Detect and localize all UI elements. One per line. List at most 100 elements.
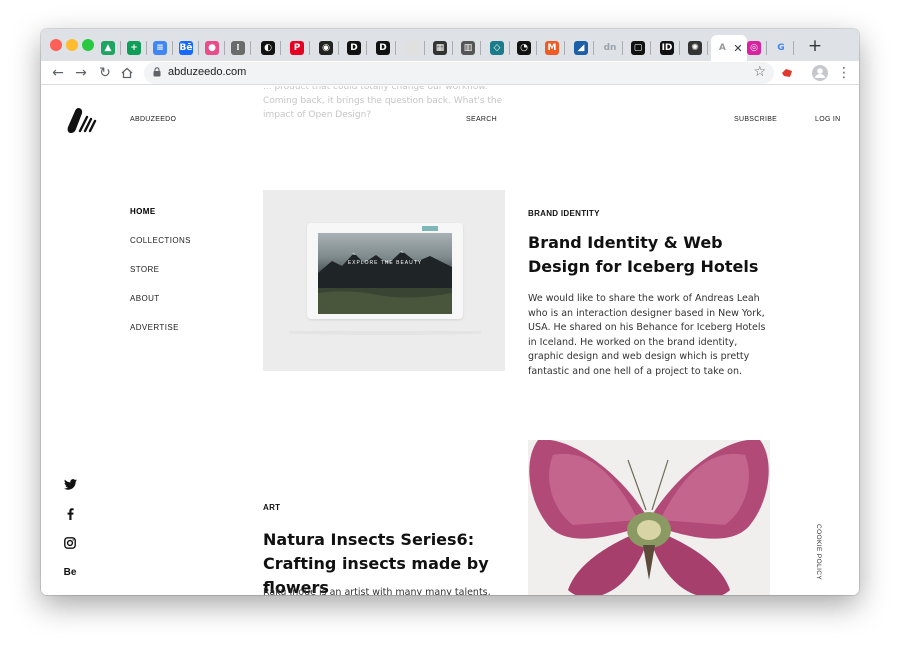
article-title[interactable]: Natura Insects Series6: Crafting insects… (263, 528, 511, 595)
address-bar[interactable]: abduzeedo.com ☆ (144, 62, 774, 84)
blue-slash-icon: ◢ (574, 41, 588, 55)
tab-separator (593, 41, 594, 55)
tab-separator (622, 41, 623, 55)
search-link[interactable]: SEARCH (466, 116, 497, 123)
article-category[interactable]: BRAND IDENTITY (528, 209, 600, 218)
google-sheets-icon: + (127, 41, 141, 55)
home-icon (121, 67, 133, 79)
browser-tab[interactable]: ▥ (455, 35, 481, 61)
browser-tab[interactable]: ⁞ (225, 35, 251, 61)
blank-tab-icon (405, 41, 419, 55)
sidebar-item-home[interactable]: HOME (130, 207, 156, 216)
subscribe-link[interactable]: SUBSCRIBE (734, 116, 777, 123)
tab-separator (707, 41, 708, 55)
tab-separator (280, 41, 281, 55)
browser-tab[interactable]: ▢ (625, 35, 651, 61)
instagram-icon[interactable] (63, 536, 77, 550)
url-text: abduzeedo.com (168, 66, 247, 78)
browser-tab[interactable]: ▦ (427, 35, 453, 61)
mockup-hero-caption: EXPLORE THE BEAUTY (347, 260, 423, 266)
grid-icon: ▦ (433, 41, 447, 55)
sidebar-item-advertise[interactable]: ADVERTISE (130, 323, 179, 332)
browser-tab[interactable] (399, 35, 425, 61)
laptop-mockup: EXPLORE THE BEAUTY (307, 223, 463, 319)
article-image-flower-butterfly[interactable] (528, 440, 770, 595)
bookmark-star-icon[interactable]: ☆ (753, 64, 766, 80)
browser-tab[interactable]: dn (597, 35, 623, 61)
pinterest-icon: P (290, 41, 304, 55)
browser-tab[interactable]: ◉ (313, 35, 339, 61)
forward-button[interactable]: → (72, 64, 90, 82)
close-window-button[interactable] (50, 39, 62, 51)
tab-separator (338, 41, 339, 55)
article-excerpt: Raku Inoue is an artist with many many t… (263, 587, 491, 595)
mockup-cta (422, 226, 438, 231)
article-image-iceberg-hotels[interactable]: EXPLORE THE BEAUTY (263, 190, 505, 371)
mockup-hero-image: EXPLORE THE BEAUTY (318, 233, 452, 314)
article-title[interactable]: Brand Identity & Web Design for Iceberg … (528, 231, 778, 279)
maximize-window-button[interactable] (82, 39, 94, 51)
profile-avatar[interactable] (811, 64, 829, 82)
instagram-icon: ◎ (747, 41, 761, 55)
browser-tab[interactable]: ID (654, 35, 680, 61)
browser-tab[interactable]: ◢ (568, 35, 594, 61)
browser-tab[interactable]: G (768, 35, 794, 61)
sidebar-item-store[interactable]: STORE (130, 265, 159, 274)
facebook-icon[interactable] (63, 507, 77, 521)
browser-tab[interactable]: ✺ (682, 35, 708, 61)
back-button[interactable]: ← (49, 64, 67, 82)
diamond-icon: ◇ (490, 41, 504, 55)
browser-tab[interactable]: ● (199, 35, 225, 61)
mountain-landscape-illustration (318, 251, 452, 314)
article-category[interactable]: ART (263, 503, 280, 512)
browser-tab[interactable]: ◇ (484, 35, 510, 61)
browser-tab[interactable]: ◐ (255, 35, 281, 61)
minimize-window-button[interactable] (66, 39, 78, 51)
browser-menu-icon[interactable]: ⋮ (835, 64, 853, 82)
tab-separator (679, 41, 680, 55)
cookie-policy-link[interactable]: COOKIE POLICY (815, 524, 822, 580)
home-button[interactable] (118, 64, 136, 82)
lock-icon (153, 67, 161, 77)
browser-tab[interactable]: M (539, 35, 565, 61)
behance-icon: Bē (179, 41, 193, 55)
browser-tab[interactable]: ◎ (741, 35, 767, 61)
dn-icon: dn (603, 42, 617, 53)
square-icon: ▢ (631, 41, 645, 55)
login-link[interactable]: LOG IN (815, 116, 841, 123)
orange-badge-icon: M (545, 41, 559, 55)
browser-tab[interactable]: ≡ (147, 35, 173, 61)
tab-separator (564, 41, 565, 55)
new-tab-button[interactable]: + (805, 36, 825, 56)
abduzeedo-logo[interactable] (67, 107, 99, 135)
spiral-icon: ◔ (517, 41, 531, 55)
brand-wordmark[interactable]: ABDUZEEDO (130, 116, 176, 123)
browser-tab[interactable]: ◔ (511, 35, 537, 61)
browser-tab[interactable]: D (370, 35, 396, 61)
tab-separator (480, 41, 481, 55)
tab-separator (650, 41, 651, 55)
star-burst-icon: ✺ (688, 41, 702, 55)
browser-tab[interactable]: D (341, 35, 367, 61)
reload-button[interactable]: ↻ (96, 64, 114, 82)
page-viewport: ... product that could totally change ou… (41, 86, 859, 595)
tab-separator (766, 41, 767, 55)
browser-window: ▲ + ≡ Bē ● ⁞ ◐ P ◉ D D ▦ ▥ ◇ ◔ M ◢ dn ▢ ID ✺ A ✕ ◎ G + ← → ↻ abd… (41, 29, 859, 595)
sidebar-item-about[interactable]: ABOUT (130, 294, 160, 303)
sidebar-item-collections[interactable]: COLLECTIONS (130, 236, 191, 245)
article-excerpt: We would like to share the work of Andre… (528, 293, 766, 377)
twitter-icon[interactable] (63, 477, 77, 491)
record-icon: ◉ (319, 41, 333, 55)
google-icon: G (777, 42, 785, 53)
behance-icon[interactable]: Be (63, 565, 77, 579)
tab-separator (250, 41, 251, 55)
browser-tab[interactable]: Bē (173, 35, 199, 61)
dribbble-icon: ● (205, 41, 219, 55)
tab-separator (536, 41, 537, 55)
browser-tab[interactable]: ▲ (95, 35, 121, 61)
tab-separator (395, 41, 396, 55)
browser-tab[interactable]: + (121, 35, 147, 61)
extension-icon[interactable] (778, 64, 796, 82)
browser-tab[interactable]: P (284, 35, 310, 61)
google-docs-icon: ≡ (153, 41, 167, 55)
